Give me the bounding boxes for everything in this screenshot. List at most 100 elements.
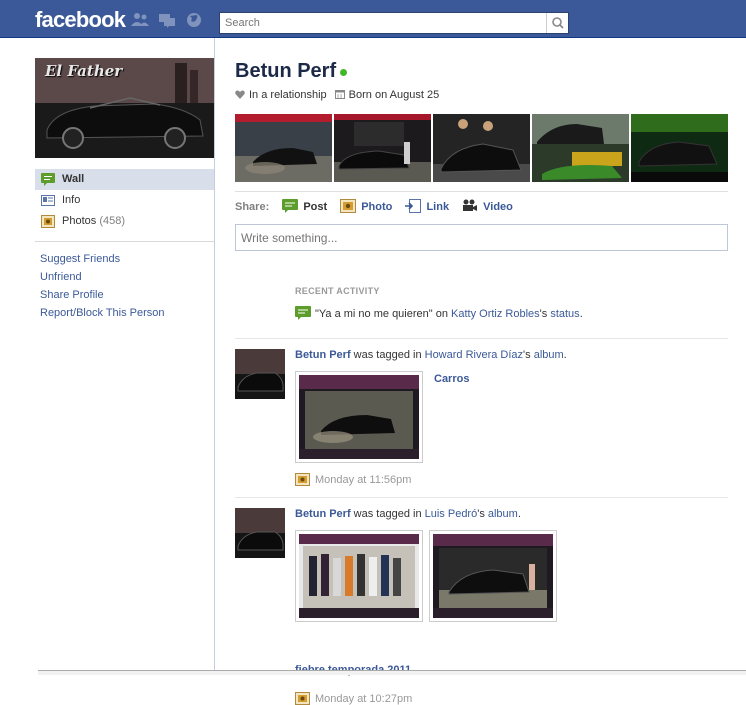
- story-possessive: 's: [523, 349, 534, 361]
- left-column: El Father Wall Info Photos (458) Suggest…: [0, 38, 215, 675]
- photo-strip-item[interactable]: [433, 114, 530, 182]
- story-verb: was tagged in: [350, 349, 425, 361]
- recent-quote: "Ya a mi no me quieren": [315, 308, 433, 320]
- recent-activity-heading: RECENT ACTIVITY: [295, 286, 380, 296]
- car-photo: [532, 114, 629, 182]
- photos-count: (458): [99, 215, 125, 227]
- sidebar-divider: [35, 241, 214, 242]
- top-bar: facebook: [0, 0, 746, 38]
- nav-item-wall[interactable]: Wall: [35, 169, 214, 190]
- friend-requests-icon[interactable]: [131, 12, 149, 28]
- share-item-label: Link: [426, 201, 450, 213]
- share-item-label: Video: [483, 201, 513, 213]
- photo-strip-item[interactable]: [334, 114, 431, 182]
- share-photo-tab[interactable]: Photo: [340, 199, 392, 213]
- calendar-icon: [334, 90, 345, 99]
- search-box: [219, 12, 569, 34]
- facebook-logo[interactable]: facebook: [35, 7, 126, 33]
- photo-strip-item[interactable]: [631, 114, 728, 182]
- profile-name[interactable]: Betun Perf: [235, 60, 336, 82]
- search-button[interactable]: [546, 13, 568, 33]
- nav-item-info[interactable]: Info: [35, 190, 214, 211]
- story-possessive: 's: [477, 508, 488, 520]
- profile-header: Betun Perf: [235, 60, 348, 84]
- search-input[interactable]: [220, 13, 546, 33]
- car-photo: [433, 114, 530, 182]
- messages-icon[interactable]: [158, 12, 176, 28]
- nav-item-label: Wall: [62, 173, 85, 185]
- story-time[interactable]: Monday at 11:56pm: [315, 474, 411, 486]
- link-icon: [405, 199, 422, 213]
- recent-on-text: on: [432, 308, 452, 320]
- story-owner-link[interactable]: Luis Pedró: [425, 508, 478, 520]
- author-avatar-image: [235, 508, 285, 558]
- recent-possessive-text: 's: [539, 308, 551, 320]
- write-something-input[interactable]: [236, 225, 727, 250]
- tagged-photo-thumbnail[interactable]: [295, 530, 423, 622]
- wall-composer: [235, 224, 728, 251]
- tagged-photo-image: [433, 534, 553, 618]
- recent-end-text: .: [579, 308, 583, 320]
- share-link-tab[interactable]: Link: [405, 199, 449, 213]
- video-camera-icon: [463, 199, 478, 211]
- story-timestamp: Monday at 10:27pm: [295, 692, 412, 705]
- tagged-photo-thumbnail[interactable]: [429, 530, 557, 622]
- suggest-friends-link[interactable]: Suggest Friends: [40, 250, 165, 268]
- car-photo: [631, 114, 728, 182]
- photo-strip-item[interactable]: [235, 114, 332, 182]
- tagged-photo-image: [299, 534, 419, 618]
- photo-icon: [340, 199, 357, 213]
- nav-item-photos[interactable]: Photos (458): [35, 211, 214, 232]
- story-owner-link[interactable]: Howard Rivera Díaz: [425, 349, 523, 361]
- story-verb: was tagged in: [350, 508, 425, 520]
- profile-action-links: Suggest Friends Unfriend Share Profile R…: [40, 250, 165, 322]
- author-avatar[interactable]: [235, 349, 285, 399]
- story-end: .: [517, 508, 521, 520]
- photo-icon: [295, 692, 310, 705]
- profile-info: In a relationship Born on August 25: [235, 89, 439, 101]
- car-photo: [334, 114, 431, 182]
- story-headline: Betun Perf was tagged in Luis Pedró's al…: [295, 508, 521, 520]
- online-status-icon: [340, 68, 348, 76]
- share-video-tab[interactable]: Video: [462, 199, 513, 213]
- profile-picture[interactable]: El Father: [35, 58, 215, 158]
- share-item-label: Post: [303, 201, 328, 213]
- story-divider: [235, 338, 728, 339]
- birthday: Born on August 25: [348, 89, 440, 101]
- photos-icon: [41, 215, 55, 228]
- profile-nav: Wall Info Photos (458): [35, 169, 214, 232]
- album-title-link[interactable]: Carros: [434, 373, 469, 385]
- column-divider: [214, 38, 215, 675]
- notifications-globe-icon[interactable]: [185, 12, 203, 28]
- photo-strip-item[interactable]: [532, 114, 629, 182]
- share-profile-link[interactable]: Share Profile: [40, 286, 165, 304]
- story-album-link[interactable]: album: [488, 508, 518, 520]
- share-post-tab[interactable]: Post: [282, 199, 327, 213]
- car-photo: [235, 114, 332, 182]
- recent-person-link[interactable]: Katty Ortiz Robles: [451, 308, 540, 320]
- story-timestamp: Monday at 11:56pm: [295, 473, 411, 486]
- tagged-photo-image: [299, 375, 419, 459]
- tagged-photo-thumbnail[interactable]: [295, 371, 423, 463]
- report-block-link[interactable]: Report/Block This Person: [40, 304, 165, 322]
- story-time[interactable]: Monday at 10:27pm: [315, 693, 412, 705]
- relationship-status: In a relationship: [249, 89, 327, 101]
- share-bar: Share: Post Photo Link Video: [235, 199, 513, 217]
- search-icon: [552, 17, 564, 29]
- share-label: Share:: [235, 201, 270, 213]
- unfriend-link[interactable]: Unfriend: [40, 268, 165, 286]
- author-avatar[interactable]: [235, 508, 285, 558]
- bottom-chat-bar: [38, 670, 746, 675]
- status-comment-icon: [295, 306, 311, 320]
- story-author-link[interactable]: Betun Perf: [295, 508, 351, 520]
- story-headline: Betun Perf was tagged in Howard Rivera D…: [295, 349, 567, 361]
- heart-icon: [235, 90, 245, 99]
- share-divider: [235, 191, 728, 192]
- author-avatar-image: [235, 349, 285, 399]
- story-author-link[interactable]: Betun Perf: [295, 349, 351, 361]
- profile-picture-caption: El Father: [45, 62, 123, 80]
- photo-strip: [235, 114, 728, 182]
- recent-status-link[interactable]: status: [550, 308, 579, 320]
- story-album-link[interactable]: album: [534, 349, 564, 361]
- photo-icon: [295, 473, 310, 486]
